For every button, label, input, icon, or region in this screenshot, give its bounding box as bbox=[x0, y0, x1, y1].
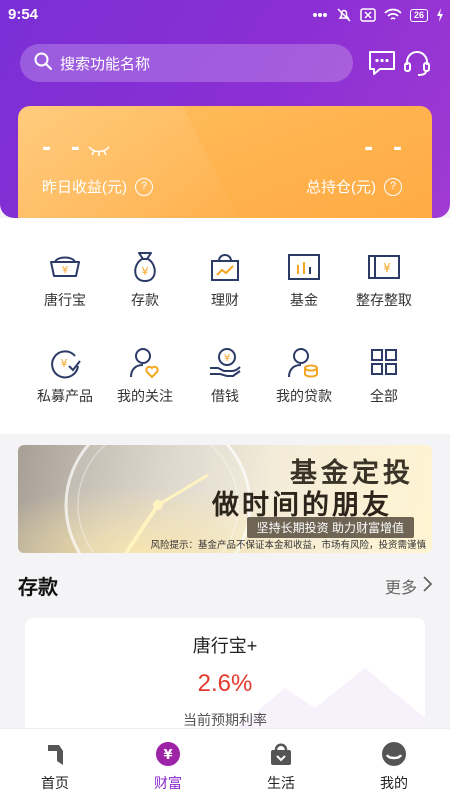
more-label: 更多 bbox=[384, 580, 417, 597]
menu-item-all[interactable]: 全部 bbox=[339, 346, 429, 406]
svg-text:¥: ¥ bbox=[224, 353, 230, 364]
tab-label: 财富 bbox=[154, 775, 182, 791]
menu-label: 基金 bbox=[290, 292, 318, 308]
help-icon[interactable]: ? bbox=[135, 177, 153, 196]
status-icons: 26 bbox=[312, 7, 444, 23]
help-icon[interactable]: ? bbox=[384, 177, 402, 196]
yuan-bowl-icon: ¥ bbox=[20, 250, 110, 284]
yuan-bill-icon: ¥ bbox=[339, 250, 429, 284]
total-holdings-label: 总持仓(元) bbox=[306, 179, 376, 196]
yesterday-earnings-value: - - bbox=[42, 136, 86, 161]
search-placeholder: 搜索功能名称 bbox=[60, 55, 151, 73]
status-time: 9:54 bbox=[8, 6, 39, 23]
home-icon bbox=[15, 741, 95, 767]
menu-item-tanghangbao[interactable]: ¥ 唐行宝 bbox=[20, 250, 110, 310]
menu-item-my-follows[interactable]: 我的关注 bbox=[100, 346, 190, 406]
more-dots-icon bbox=[312, 12, 328, 18]
charging-icon bbox=[436, 8, 444, 22]
message-icon[interactable] bbox=[367, 48, 397, 78]
function-menu: ¥ 唐行宝 ¥ 存款 理财 基金 ¥ 整存整取 ¥ 私募产品 我的关注 ¥ 借钱… bbox=[0, 218, 450, 434]
menu-item-private-products[interactable]: ¥ 私募产品 bbox=[20, 346, 110, 406]
more-link[interactable]: 更多 bbox=[384, 574, 433, 598]
menu-label: 存款 bbox=[131, 292, 159, 308]
status-bar: 9:54 26 bbox=[0, 0, 450, 30]
menu-label: 全部 bbox=[370, 388, 398, 404]
user-coins-icon bbox=[259, 346, 349, 380]
svg-text:¥: ¥ bbox=[163, 748, 172, 763]
bottom-tab-bar: 首页 ¥ 财富 生活 我的 bbox=[0, 728, 450, 800]
banner-risk-notice: 风险提示：基金产品不保证本金和收益，市场有风险，投资需谨慎 bbox=[150, 540, 426, 551]
menu-label: 我的贷款 bbox=[276, 388, 332, 404]
chevron-right-icon bbox=[423, 575, 433, 597]
promo-banner[interactable]: 基金定投 做时间的朋友 坚持长期投资 助力财富增值 风险提示：基金产品不保证本金… bbox=[18, 445, 432, 553]
tab-home[interactable]: 首页 bbox=[15, 741, 95, 793]
customer-service-icon[interactable] bbox=[402, 48, 432, 78]
profile-icon bbox=[354, 741, 434, 767]
money-bag-icon: ¥ bbox=[100, 250, 190, 284]
svg-text:¥: ¥ bbox=[61, 357, 68, 370]
menu-item-my-loans[interactable]: 我的贷款 bbox=[259, 346, 349, 406]
svg-text:¥: ¥ bbox=[62, 265, 68, 276]
tab-label: 我的 bbox=[380, 775, 408, 791]
menu-item-borrow[interactable]: ¥ 借钱 bbox=[180, 346, 270, 406]
menu-label: 借钱 bbox=[211, 388, 239, 404]
menu-item-deposit[interactable]: ¥ 存款 bbox=[100, 250, 190, 310]
hand-coin-icon: ¥ bbox=[180, 346, 270, 380]
tab-mine[interactable]: 我的 bbox=[354, 741, 434, 793]
life-bag-icon bbox=[241, 741, 321, 767]
total-holdings: 总持仓(元) ? bbox=[306, 176, 402, 197]
svg-text:¥: ¥ bbox=[383, 261, 391, 275]
mute-icon bbox=[336, 7, 352, 23]
menu-item-fixed-deposit[interactable]: ¥ 整存整取 bbox=[339, 250, 429, 310]
wealth-icon: ¥ bbox=[128, 741, 208, 767]
menu-item-fund[interactable]: 基金 bbox=[259, 250, 349, 310]
tab-label: 首页 bbox=[41, 775, 69, 791]
menu-label: 整存整取 bbox=[356, 292, 412, 308]
search-icon bbox=[34, 52, 52, 74]
banner-subtitle: 坚持长期投资 助力财富增值 bbox=[246, 517, 414, 538]
section-title: 存款 bbox=[18, 577, 58, 599]
battery-indicator: 26 bbox=[409, 8, 428, 22]
search-input[interactable]: 搜索功能名称 bbox=[20, 44, 353, 82]
card-decoration bbox=[18, 106, 238, 218]
summary-card: - - - - 昨日收益(元) ? 总持仓(元) ? bbox=[18, 106, 432, 218]
menu-label: 理财 bbox=[211, 292, 239, 308]
shopping-bag-chart-icon bbox=[180, 250, 270, 284]
chart-frame-icon bbox=[259, 250, 349, 284]
product-rate: 2.6% bbox=[197, 670, 253, 697]
tab-label: 生活 bbox=[267, 775, 295, 791]
product-rate-label: 当前预期利率 bbox=[183, 712, 267, 728]
yesterday-earnings-label: 昨日收益(元) bbox=[42, 179, 127, 196]
menu-label: 唐行宝 bbox=[44, 292, 86, 308]
yuan-check-circle-icon: ¥ bbox=[20, 346, 110, 380]
user-heart-icon bbox=[100, 346, 190, 380]
sim-off-icon bbox=[360, 8, 376, 22]
total-holdings-value: - - bbox=[364, 136, 408, 161]
yesterday-earnings: 昨日收益(元) ? bbox=[42, 176, 153, 197]
tab-life[interactable]: 生活 bbox=[241, 741, 321, 793]
grid-icon bbox=[339, 346, 429, 380]
wifi-icon bbox=[384, 8, 402, 22]
svg-text:¥: ¥ bbox=[142, 265, 149, 278]
menu-label: 私募产品 bbox=[37, 388, 93, 404]
menu-item-wealth-management[interactable]: 理财 bbox=[180, 250, 270, 310]
product-card[interactable]: 唐行宝+ 2.6% 当前预期利率 bbox=[25, 618, 425, 738]
menu-label: 我的关注 bbox=[117, 388, 173, 404]
eye-closed-icon[interactable] bbox=[88, 142, 110, 161]
tab-wealth[interactable]: ¥ 财富 bbox=[128, 741, 208, 793]
product-name: 唐行宝+ bbox=[192, 636, 258, 656]
